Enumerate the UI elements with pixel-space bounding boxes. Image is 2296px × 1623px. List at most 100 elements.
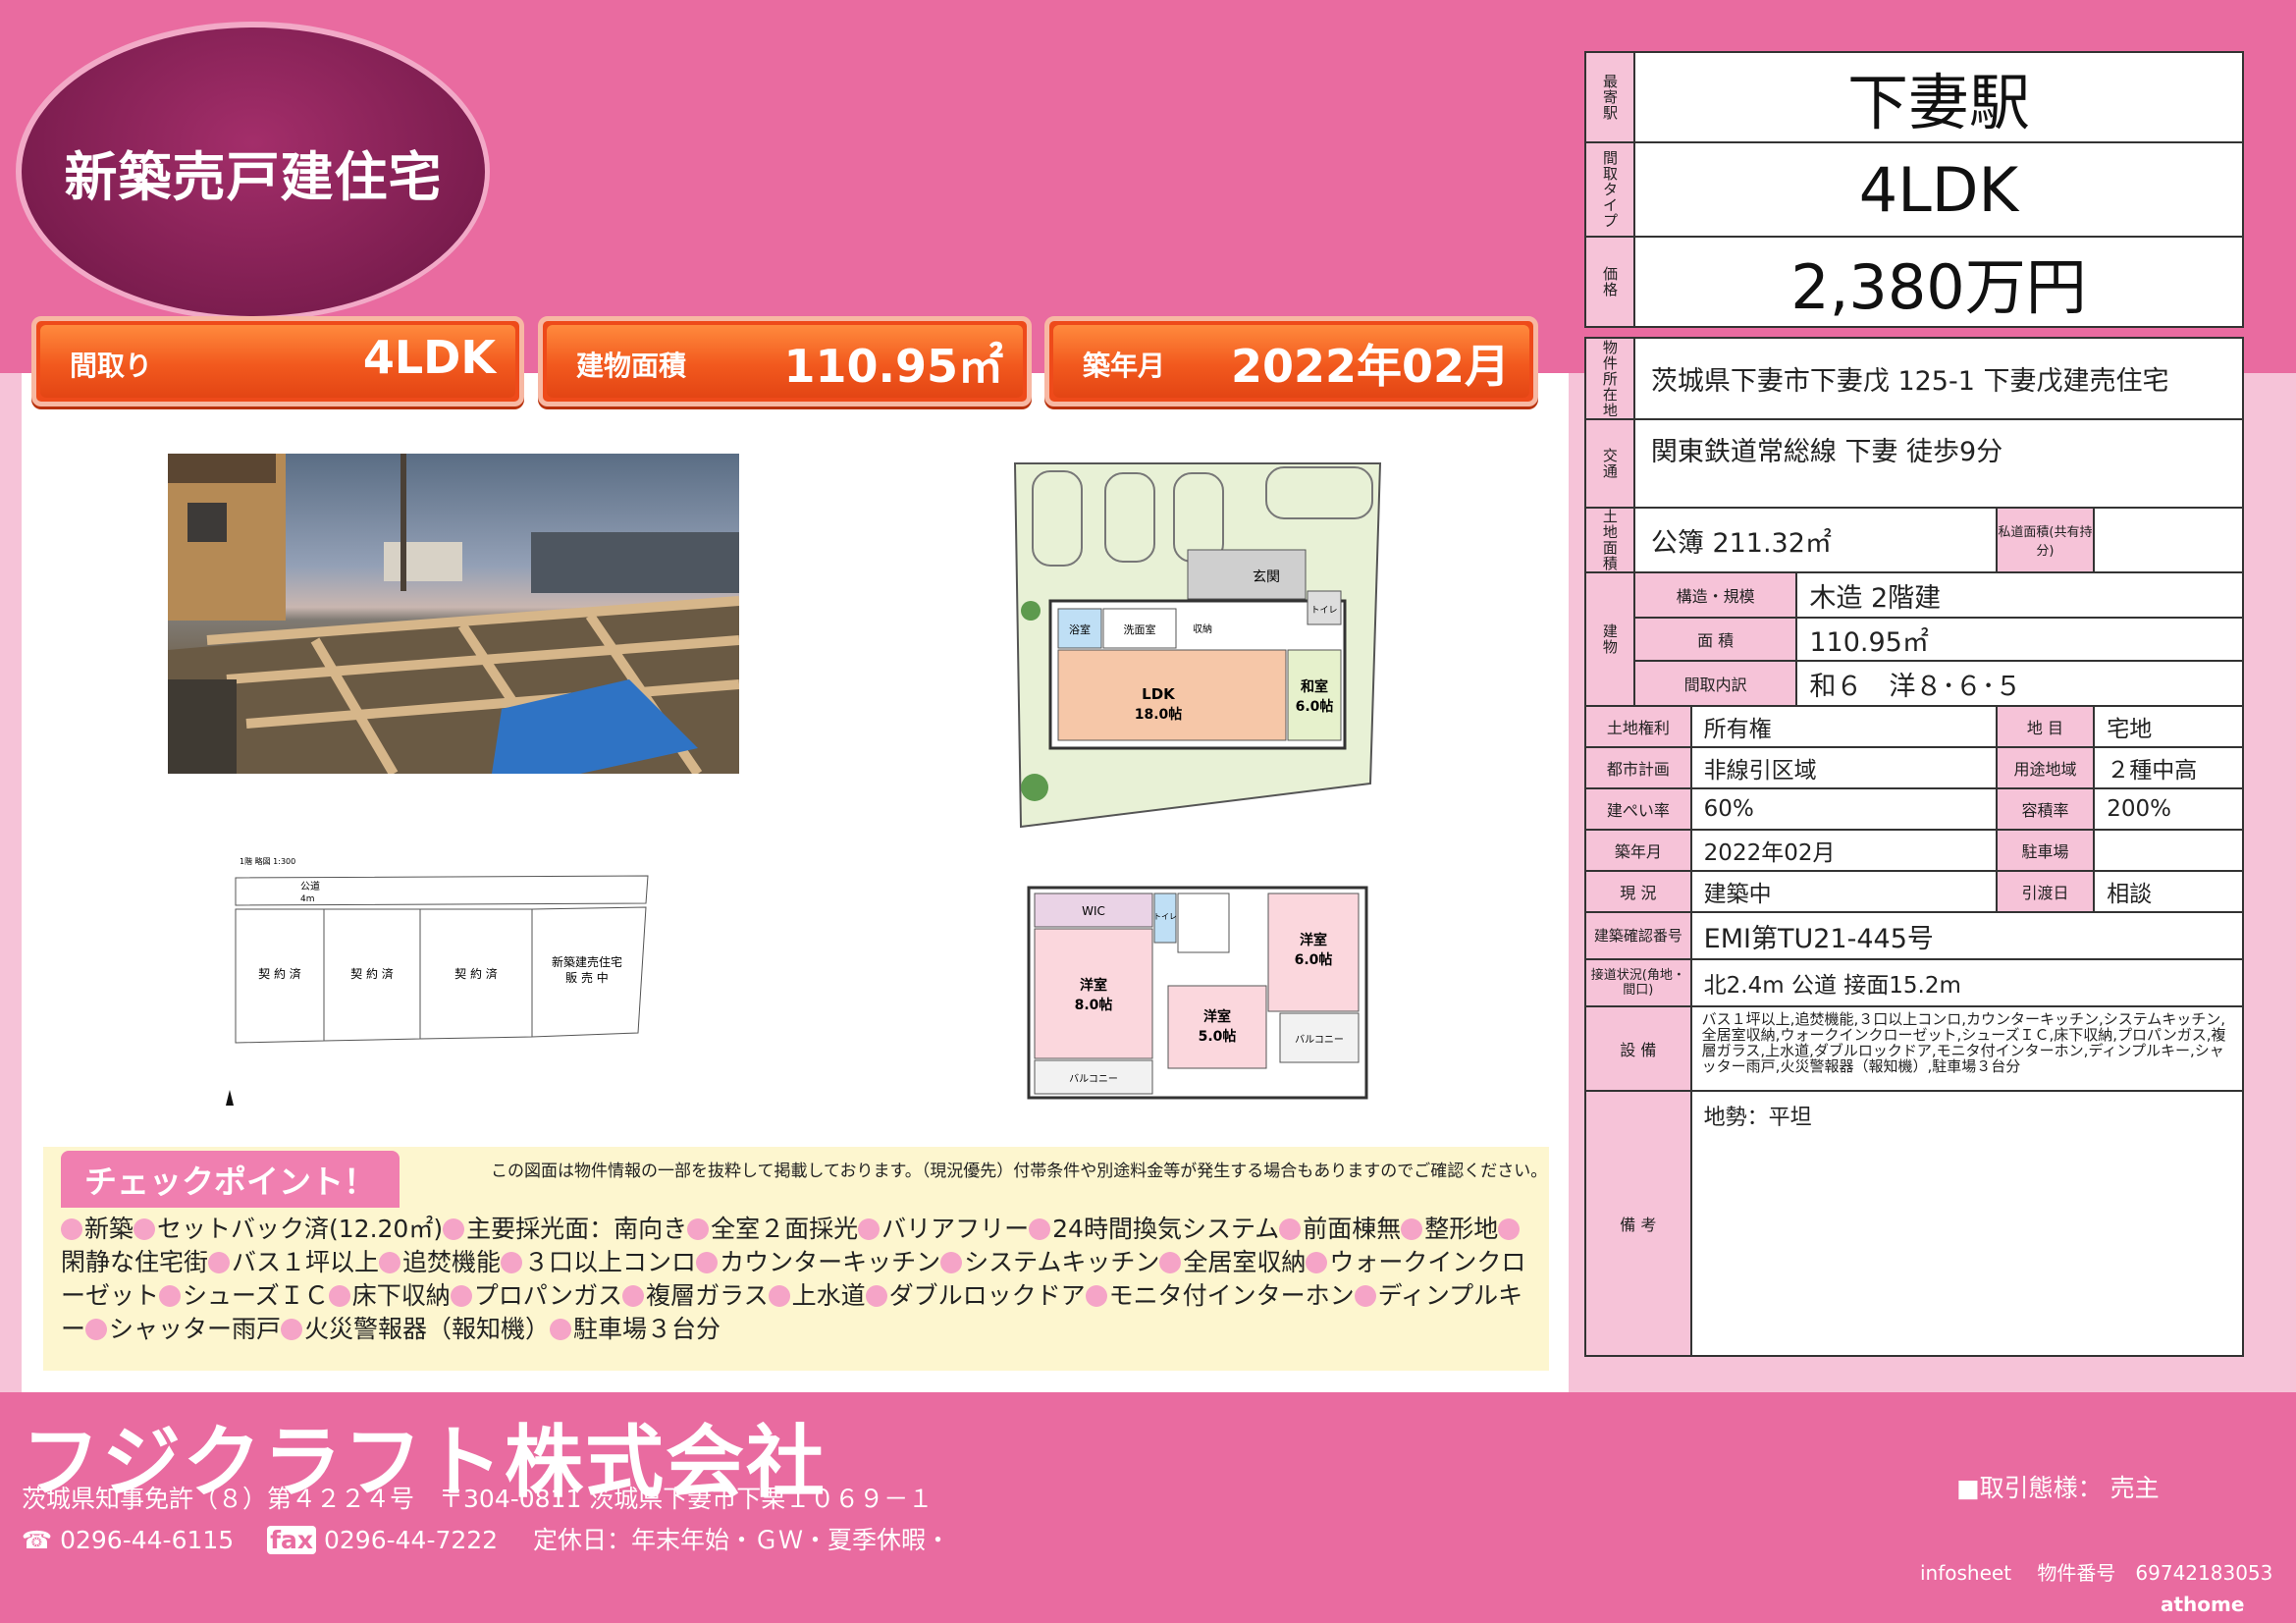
feature-text: 火災警報器（報知機） [304, 1315, 551, 1343]
bullet-icon [550, 1319, 572, 1340]
feature-item: ダブルロックドア [865, 1281, 1086, 1310]
bullet-icon [1085, 1285, 1107, 1307]
built-label: 築年月 [1584, 829, 1692, 872]
feature-text: 前面棟無 [1303, 1215, 1402, 1243]
room-label: トイレ [1153, 912, 1177, 921]
coverage-value: 60% [1689, 787, 1998, 831]
status-value: 建築中 [1689, 870, 1998, 913]
infosheet-id: infosheet 物件番号 69742183053 [1920, 1561, 2273, 1585]
feature-item: バリアフリー [858, 1215, 1029, 1243]
feature-item: シャッター雨戸 [85, 1315, 281, 1343]
summary-table: 最寄駅 下妻駅 間取タイプ 4LDK 価格 2,380万円 [1584, 51, 2244, 328]
chip-label: 間取り [70, 350, 153, 382]
lot-label: 新築建売住宅 [552, 954, 622, 969]
confirm-value: EMI第TU21-445号 [1689, 911, 2245, 960]
feature-text: 床下収納 [351, 1281, 451, 1310]
details-table: 物件所在地 茨城県下妻市下妻戊 125-1 下妻戊建売住宅 交通 関東鉄道常総線… [1584, 337, 2245, 1357]
feature-item: セットバック済(12.20㎡) [133, 1215, 443, 1243]
land-category-label: 地 目 [1995, 705, 2096, 748]
road-width: 4m [300, 894, 315, 904]
feature-item: システムキッチン [940, 1248, 1159, 1276]
layout-label-cell: 間取タイプ [1584, 141, 1635, 238]
feature-item: 火災警報器（報知機） [281, 1315, 550, 1343]
feature-item: 床下収納 [328, 1281, 451, 1310]
checkpoint-title: チェックポイント！ [61, 1151, 400, 1208]
bullet-icon [328, 1285, 350, 1307]
land-rights-value: 所有権 [1689, 705, 1998, 748]
room-label: 5.0帖 [1199, 1028, 1237, 1045]
lot-label: 契 約 済 [258, 966, 301, 981]
checkpoint-features: 新築 セットバック済(12.20㎡) 主要採光面：南向き 全室２面採光 バリアフリー 24… [61, 1213, 1538, 1346]
badge-text: 新築売戸建住宅 [64, 145, 443, 208]
feature-text: プロパンガス [473, 1281, 623, 1310]
road-access-label: 接道状況(角地・間口) [1584, 958, 1692, 1007]
far-label: 容積率 [1995, 787, 2096, 831]
bullet-icon [61, 1218, 82, 1240]
floorplan-1f: 浴室 洗面室 玄関 トイレ 収納 LDK 18.0帖 和室 6.0帖 [1011, 454, 1384, 833]
feature-item: 主要採光面：南向き [443, 1215, 687, 1243]
land-area-label: 土地面積 [1602, 508, 1618, 572]
equipment-value: バス１坪以上,追焚機能,３口以上コンロ,カウンターキッチン,システムキッチン,全… [1689, 1005, 2245, 1092]
property-photo [168, 454, 739, 774]
coverage-label: 建ぺい率 [1584, 787, 1692, 831]
feature-text: ダブルロックドア [888, 1281, 1086, 1310]
feature-item: 前面棟無 [1279, 1215, 1401, 1243]
disclaimer-text: この図面は物件情報の一部を抜粋して掲載しております。（現況優先）付帯条件や別途料… [491, 1162, 1548, 1181]
bullet-icon [1498, 1218, 1521, 1240]
bullet-icon [1159, 1252, 1182, 1273]
bullet-icon [1306, 1252, 1328, 1273]
feature-item: バス１坪以上 [208, 1248, 379, 1276]
area-label: 面 積 [1632, 617, 1798, 662]
structure-label: 構造・規模 [1632, 571, 1798, 619]
far-value: 200% [2093, 787, 2244, 831]
feature-text: 整形地 [1424, 1215, 1499, 1243]
built-value: 2022年02月 [1689, 829, 1998, 872]
site-plan-title: 1階 略図 1:300 [240, 856, 295, 866]
room-label: トイレ [1310, 606, 1337, 616]
room-label: LDK [1142, 685, 1176, 703]
location-value: 茨城県下妻市下妻戊 125-1 下妻戊建売住宅 [1632, 337, 2245, 420]
land-rights-label: 土地権利 [1584, 705, 1692, 748]
area-value: 110.95㎡ [1795, 617, 2244, 662]
chip-building-area: 建物面積 110.95㎡ [538, 316, 1032, 406]
equipment-label: 設 備 [1584, 1005, 1692, 1092]
phone-icon: ☎ [22, 1526, 53, 1554]
city-plan-label: 都市計画 [1584, 746, 1692, 789]
bullet-icon [281, 1319, 303, 1340]
confirm-label: 建築確認番号 [1584, 911, 1692, 960]
bullet-icon [696, 1252, 719, 1273]
station-value: 下妻駅 [1633, 51, 2244, 143]
price-label-cell: 価格 [1584, 236, 1635, 328]
room-label: 洋室 [1300, 932, 1327, 948]
room-label: 6.0帖 [1296, 698, 1334, 715]
rooms-label: 間取内訳 [1632, 660, 1798, 707]
station-label: 最寄駅 [1603, 73, 1619, 122]
room-label: 浴室 [1069, 622, 1091, 636]
bullet-icon [85, 1319, 108, 1340]
deal-type: ■取引態様： 売主 [1956, 1474, 2160, 1502]
feature-item: 追焚機能 [379, 1248, 501, 1276]
remarks-value: 地勢：平坦 [1689, 1090, 2245, 1357]
feature-text: シューズＩＣ [183, 1281, 329, 1310]
bullet-icon [133, 1218, 156, 1240]
feature-text: 主要採光面：南向き [466, 1215, 688, 1243]
bullet-icon [443, 1218, 465, 1240]
athome-logo: athome [2161, 1593, 2245, 1616]
parking-value [2093, 829, 2244, 872]
road-label: 公道 [300, 880, 320, 893]
building-label: 建物 [1602, 622, 1618, 656]
feature-item: 全居室収納 [1159, 1248, 1306, 1276]
layout-value: 4LDK [1633, 141, 2244, 238]
feature-text: 新築 [84, 1215, 134, 1243]
room-label: 和室 [1301, 678, 1328, 695]
feature-item: 複層ガラス [622, 1281, 769, 1310]
feature-text: バリアフリー [881, 1215, 1030, 1243]
holidays: 定休日：年末年始・ＧＷ・夏季休暇・ [533, 1526, 951, 1554]
feature-item: プロパンガス [450, 1281, 623, 1310]
bullet-icon [159, 1285, 182, 1307]
feature-text: 上水道 [791, 1281, 866, 1310]
land-category-value: 宅地 [2093, 705, 2244, 748]
contact-line: ☎ 0296-44-6115 fax 0296-44-7222 定休日：年末年始… [22, 1521, 950, 1556]
chip-label: 建物面積 [576, 350, 687, 382]
bullet-icon [379, 1252, 401, 1273]
